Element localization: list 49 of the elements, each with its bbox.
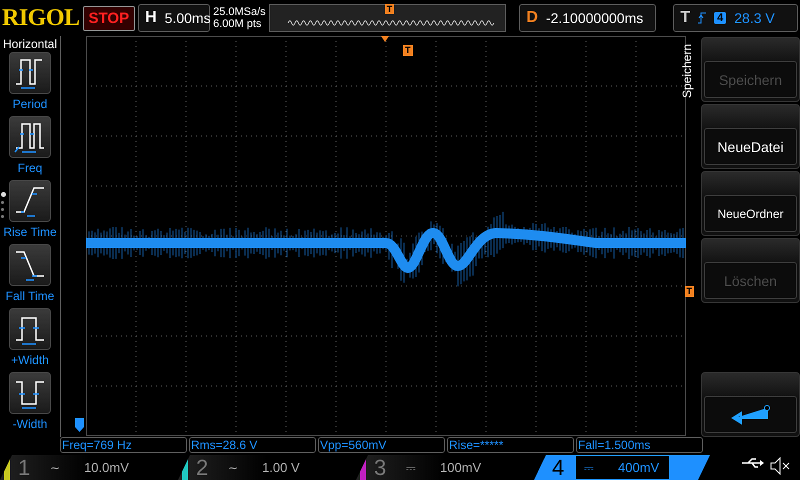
back-button[interactable] (704, 396, 797, 433)
measurement-readout: Rise=***** (447, 437, 574, 453)
timebase-field[interactable]: H 5.00ms (138, 4, 210, 32)
trigger-position-marker: T (384, 4, 394, 14)
speaker-muted-icon (770, 457, 790, 475)
trigger-field[interactable]: T 4 28.3 V (673, 4, 798, 32)
page-dot[interactable] (1, 201, 4, 204)
measure-button[interactable]: -Width (0, 372, 60, 436)
rising-edge-icon (698, 12, 706, 24)
measurement-readout: Vpp=560mV (318, 437, 445, 453)
page-dot[interactable] (1, 215, 4, 218)
brand-logo: RIGOL (2, 4, 80, 32)
measure-button[interactable]: Rise Time (0, 180, 60, 244)
measure-button[interactable]: +Width (0, 308, 60, 372)
channel-tab[interactable]: 4 ⎓ 400mV (534, 455, 710, 480)
menu-button[interactable]: NeueDatei (704, 128, 797, 165)
memory-depth: 6.00M pts (213, 18, 262, 30)
usb-icon (742, 457, 764, 469)
channel-scale: 1.00 V (262, 460, 300, 475)
trigger-position-marker: T (403, 45, 412, 56)
coupling-symbol: ~ (50, 460, 60, 474)
coupling-symbol: ⎓ (584, 460, 594, 474)
page-dot[interactable] (1, 208, 4, 211)
measurement-readout: Rms=28.6 V (189, 437, 316, 453)
channel-scale: 100mV (440, 460, 482, 475)
coupling-symbol: ~ (228, 460, 238, 474)
run-stop-status[interactable]: STOP (82, 6, 136, 30)
channel-scale: 10.0mV (84, 460, 129, 475)
page-dot[interactable] (1, 192, 6, 197)
menu-button[interactable]: NeueOrdner (704, 195, 797, 232)
channel-number: 1 (18, 454, 32, 480)
menu-title: Speichern (680, 44, 694, 98)
measurement-readout: Freq=769 Hz (60, 437, 187, 453)
trigger-position-arrow-icon (381, 36, 389, 42)
measure-button[interactable]: Freq (0, 116, 60, 180)
sample-rate: 25.0MSa/s (213, 6, 266, 18)
trigger-level-marker: T (684, 286, 694, 297)
channel-number: 4 (552, 454, 566, 480)
measurement-readout: Fall=1.500ms (576, 437, 703, 453)
trigger-source-badge: 4 (714, 12, 726, 24)
channel-number: 3 (374, 454, 388, 480)
channel-scale: 400mV (618, 460, 660, 475)
coupling-symbol: ⎓ (406, 460, 416, 474)
measure-button[interactable]: Period (0, 52, 60, 116)
delay-field[interactable]: D -2.10000000ms (519, 4, 656, 32)
sidebar-title: Horizontal (2, 36, 58, 52)
measure-button[interactable]: Fall Time (0, 244, 60, 308)
channel-number: 2 (196, 454, 210, 480)
channel-offset-marker-icon (75, 418, 84, 432)
